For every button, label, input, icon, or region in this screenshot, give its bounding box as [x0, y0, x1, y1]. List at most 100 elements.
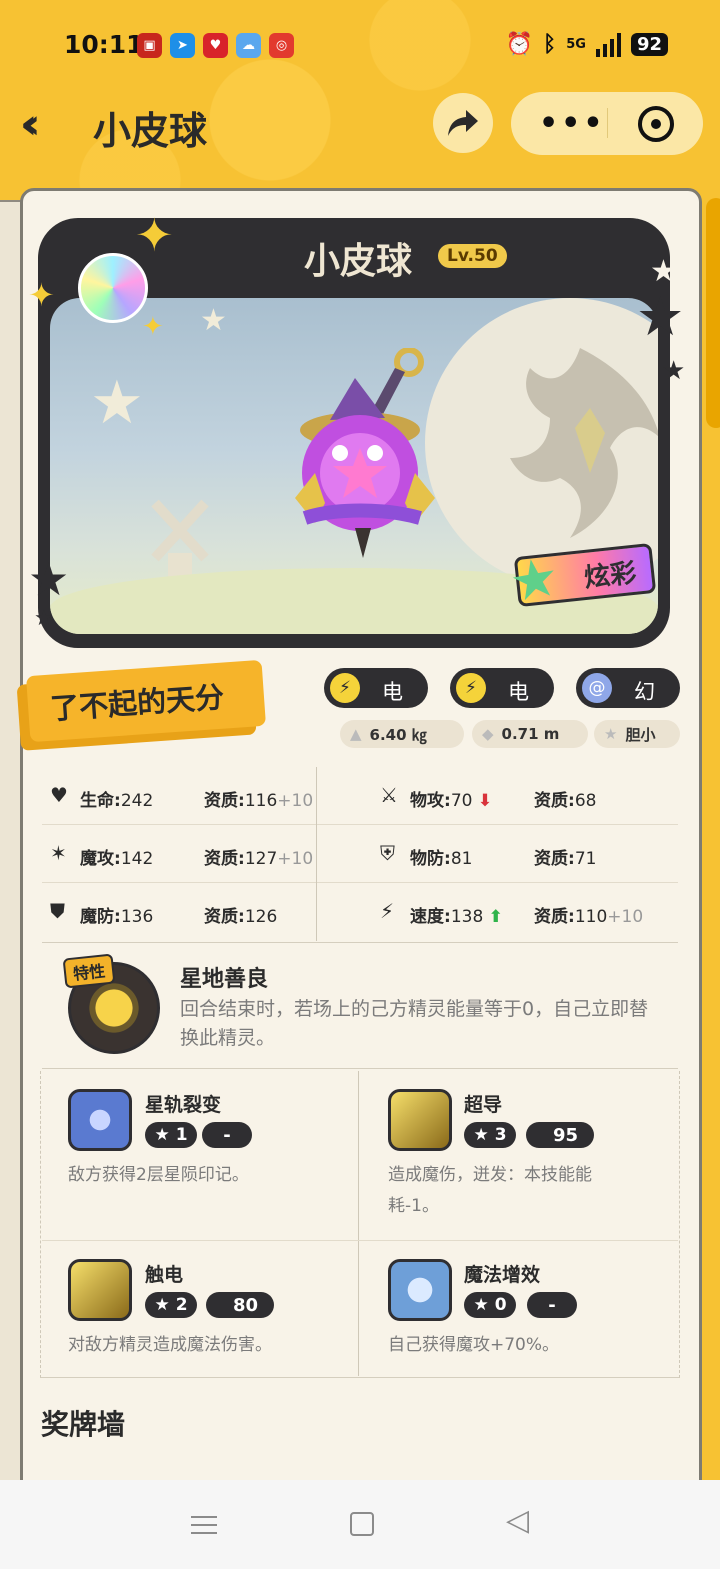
stat-physical-defense: 物防:81 [410, 849, 473, 869]
dragon-silhouette [510, 348, 658, 538]
stat-physical-attack-aptitude: 资质:68 [534, 791, 597, 811]
app-notification-icon: ♥ [203, 33, 228, 58]
stat-magic-defense: 魔防:136 [80, 907, 154, 927]
star-icon: ★ [473, 1295, 489, 1315]
skill-star-level: ★ 0 [464, 1292, 516, 1318]
magic-boost-icon[interactable] [388, 1259, 452, 1321]
status-bar: 10:11 ▣ ➤ ♥ ☁ ◎ ⏰ ᛒ 5G 92 [0, 0, 720, 92]
heart-icon: ♥ [50, 783, 68, 807]
star-icon: ★ [662, 356, 686, 386]
stat-speed: 速度:138 ⬆ [410, 907, 503, 927]
skill-star-level: ★ 3 [464, 1122, 516, 1148]
skill-energy-cost: 95 [526, 1122, 594, 1148]
attribute-pill[interactable]: @ 幻 [576, 668, 680, 708]
nature-pill: ★ 胆小 [594, 720, 680, 748]
share-button[interactable] [433, 93, 493, 153]
skill-star-level: ★ 2 [145, 1292, 197, 1318]
alarm-icon: ⏰ [505, 32, 534, 57]
trait-description: 回合结束时，若场上的己方精灵能量等于0，自己立即替换此精灵。 [180, 998, 649, 1049]
sparkle-star-icon: ✦ [135, 208, 174, 262]
skills-divider [42, 1240, 678, 1241]
share-arrow-icon [448, 110, 478, 136]
stat-hp: 生命:242 [80, 791, 154, 811]
battery-icon: 92 [630, 33, 668, 56]
star-icon: ★ [90, 368, 144, 438]
star-icon: ★ [154, 1125, 170, 1145]
menu-icon[interactable] [191, 1510, 217, 1540]
skill-star-level: ★ 1 [145, 1122, 197, 1148]
ruler-icon: ◆ [482, 725, 494, 743]
skill-energy-cost: - [202, 1122, 252, 1148]
signal-icon [595, 32, 621, 57]
attribute-label: 幻 [634, 680, 655, 704]
back-triangle-icon[interactable]: ◁ [506, 1503, 529, 1538]
skill-name: 魔法增效 [464, 1264, 541, 1286]
network-type: 5G [566, 37, 586, 52]
star-icon: ★ [636, 285, 685, 348]
skills-divider [358, 1071, 359, 1376]
boot-icon: ⚡ [380, 899, 395, 923]
double-chevron-left-icon[interactable]: ‹‹ [20, 103, 40, 145]
trait-name: 星地善良 [180, 967, 269, 992]
sparkle-star-icon: ✦ [28, 276, 55, 314]
star-icon: ★ [473, 1125, 489, 1145]
system-indicators: ⏰ ᛒ 5G 92 [506, 32, 668, 57]
stats-table: ♥ 生命:242 资质:116+10 ⚔ 物攻:70 ⬇ 资质:68 ✶ 魔攻:… [42, 767, 678, 941]
weight-value: 6.40 ㎏ [369, 725, 427, 744]
height-value: 0.71 m [501, 725, 560, 743]
electric-icon[interactable] [388, 1089, 452, 1151]
app-notification-icon: ◎ [269, 33, 294, 58]
app-notification-icon: ➤ [170, 33, 195, 58]
level-badge: Lv.50 [438, 244, 507, 268]
weight-pill: ▲ 6.40 ㎏ [340, 720, 464, 748]
stats-divider [316, 767, 317, 941]
skill-name: 超导 [464, 1094, 503, 1116]
lightning-icon: ⚡ [456, 673, 486, 703]
stat-row: ⛊ 魔防:136 资质:126 ⚡ 速度:138 ⬆ 资质:110+10 [42, 883, 678, 941]
stat-row: ♥ 生命:242 资质:116+10 ⚔ 物攻:70 ⬇ 资质:68 [42, 767, 678, 825]
pet-name: 小皮球 [304, 241, 413, 282]
stat-magic-defense-aptitude: 资质:126 [204, 907, 278, 927]
arrow-down-icon: ⬇ [477, 791, 493, 811]
spiral-icon: @ [582, 673, 612, 703]
magic-wand-icon: ✶ [50, 841, 67, 865]
notification-icons: ▣ ➤ ♥ ☁ ◎ [137, 33, 294, 58]
star-icon: ★ [200, 303, 227, 338]
stat-hp-aptitude: 资质:116+10 [204, 791, 314, 811]
star-icon: ★ [604, 725, 618, 743]
skill-energy-cost: 80 [206, 1292, 274, 1318]
skill-description: 对敌方精灵造成魔法伤害。 [68, 1335, 272, 1355]
shield-icon: ⛨ [380, 841, 395, 865]
stat-physical-attack: 物攻:70 ⬇ [410, 791, 493, 811]
trait-tag: 特性 [62, 953, 116, 989]
sparkle-star-icon: ✦ [142, 312, 164, 342]
app-notification-icon: ▣ [137, 33, 162, 58]
attribute-label: 电 [508, 680, 529, 704]
attribute-label: 电 [382, 680, 403, 704]
stat-physical-defense-aptitude: 资质:71 [534, 849, 597, 869]
shiny-label: 炫彩 [582, 558, 638, 594]
star-icon: ★ [34, 606, 54, 631]
height-pill: ◆ 0.71 m [472, 720, 588, 748]
more-dots-icon[interactable]: ••• [539, 106, 606, 141]
lightning-icon: ⚡ [330, 673, 360, 703]
star-orbit-icon[interactable] [68, 1089, 132, 1151]
attribute-pill[interactable]: ⚡ 电 [324, 668, 428, 708]
weight-icon: ▲ [350, 725, 362, 743]
close-target-dot [651, 119, 661, 129]
sword-icon: ⚔ [380, 783, 398, 807]
star-icon: ★ [154, 1295, 170, 1315]
card-edge-deco [706, 198, 720, 428]
page-title: 小皮球 [93, 109, 208, 153]
stat-speed-aptitude: 资质:110+10 [534, 907, 644, 927]
stat-magic-attack: 魔攻:142 [80, 849, 154, 869]
shock-icon[interactable] [68, 1259, 132, 1321]
mini-program-capsule: ••• [511, 92, 703, 155]
stat-row: ✶ 魔攻:142 资质:127+10 ⛨ 物防:81 资质:71 [42, 825, 678, 883]
attribute-pill[interactable]: ⚡ 电 [450, 668, 554, 708]
home-square-icon[interactable] [350, 1512, 374, 1536]
magic-shield-icon: ⛊ [50, 899, 65, 923]
skill-name: 触电 [145, 1264, 184, 1286]
skill-description: 造成魔伤，迸发：本技能能耗-1。 [388, 1165, 592, 1216]
bluetooth-icon: ᛒ [543, 32, 557, 57]
